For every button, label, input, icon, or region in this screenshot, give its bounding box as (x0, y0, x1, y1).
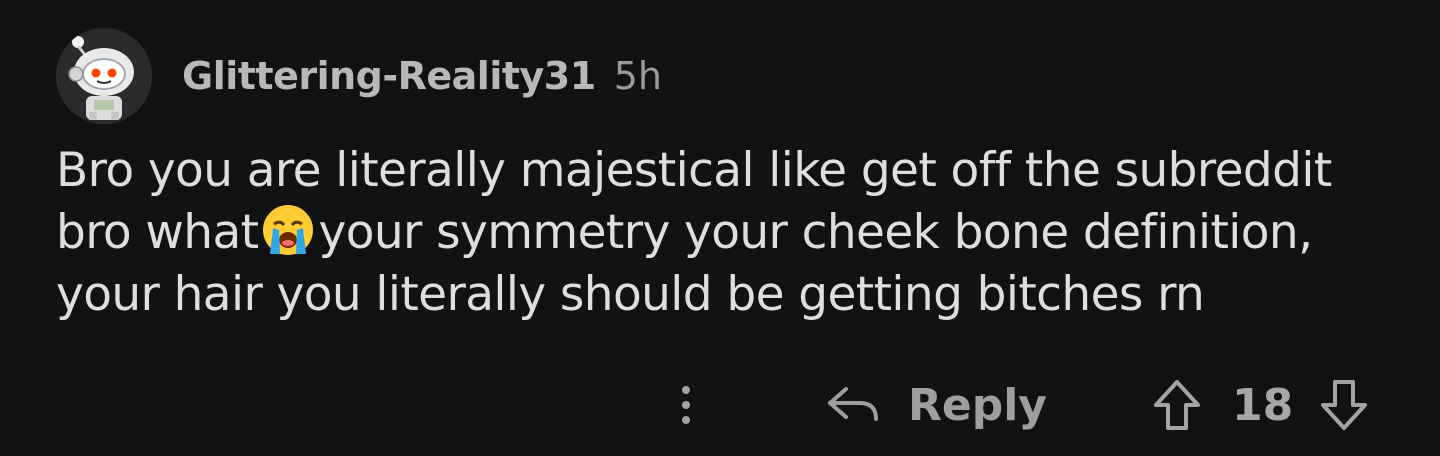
comment-card: Glittering-Reality31 5h Bro you are lite… (0, 0, 1440, 456)
more-dot-icon (682, 386, 690, 394)
more-dot-icon (682, 401, 690, 409)
vote-controls: 18 (1152, 370, 1369, 440)
comment-line-1: Bro you are literally majestical like ge… (56, 143, 1332, 198)
comment-body: Bro you are literally majestical like ge… (56, 140, 1396, 326)
reply-button[interactable]: Reply (826, 370, 1047, 440)
reply-arrow-icon (828, 387, 878, 421)
comment-meta: Glittering-Reality31 5h (182, 54, 662, 98)
comment-line-2: bro what your symmetry your cheek bone de… (56, 202, 1396, 264)
avatar[interactable] (56, 28, 152, 124)
comment-text-segment: bro what (56, 205, 259, 260)
loudly-crying-face-icon (260, 202, 316, 258)
snoo-astronaut-icon (68, 36, 134, 120)
downvote-arrow-icon[interactable] (1319, 378, 1369, 432)
comment-header: Glittering-Reality31 5h (56, 28, 662, 124)
comment-line-3: your hair you literally should be gettin… (56, 267, 1205, 322)
comment-timestamp: 5h (613, 54, 662, 98)
upvote-arrow-icon[interactable] (1152, 378, 1202, 432)
more-options-button[interactable] (668, 378, 704, 432)
comment-actions: Reply 18 (0, 370, 1440, 440)
reply-label: Reply (908, 379, 1047, 431)
username-link[interactable]: Glittering-Reality31 (182, 54, 596, 98)
comment-text-segment: your symmetry your cheek bone definition… (318, 205, 1313, 260)
vote-score: 18 (1232, 379, 1294, 431)
more-dot-icon (682, 416, 690, 424)
